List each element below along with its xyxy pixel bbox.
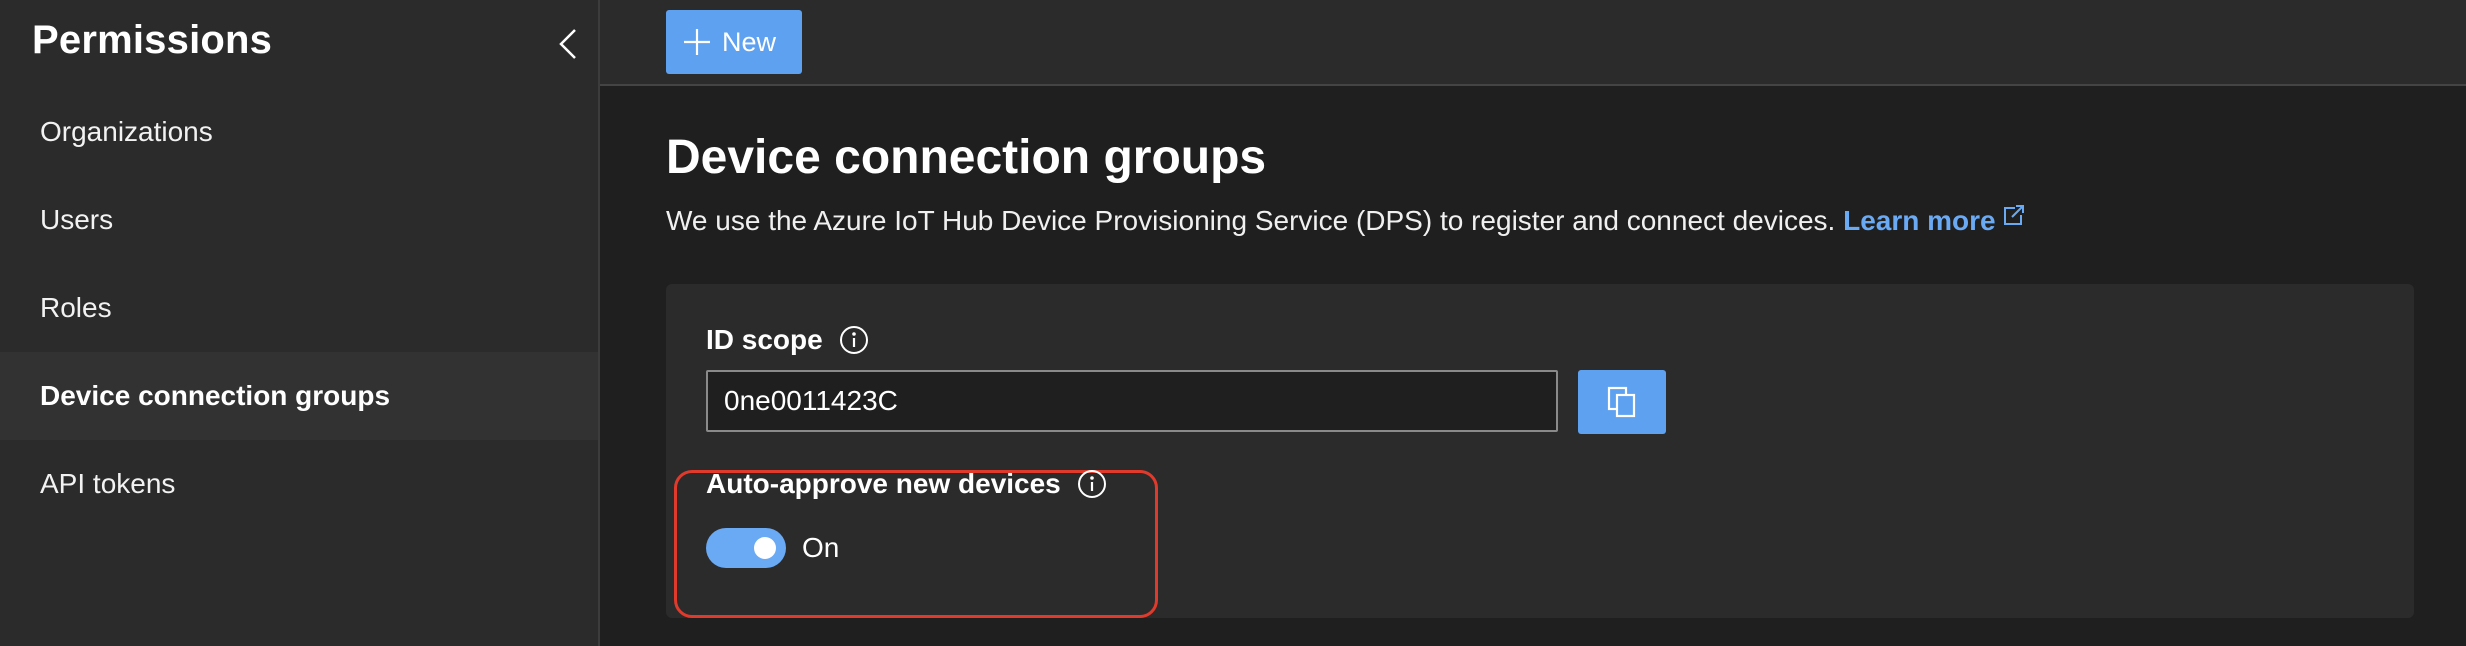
main-content: Device connection groups We use the Azur… xyxy=(600,86,2466,646)
sidebar-item-label: Device connection groups xyxy=(40,380,391,411)
sidebar-item-device-connection-groups[interactable]: Device connection groups xyxy=(0,352,598,440)
id-scope-label-text: ID scope xyxy=(706,324,823,355)
info-icon[interactable] xyxy=(1077,469,1107,499)
toggle-switch[interactable] xyxy=(706,528,786,568)
sidebar-item-label: Organizations xyxy=(40,116,213,147)
copy-icon xyxy=(1607,386,1636,418)
sidebar-item-label: Users xyxy=(40,204,114,235)
sidebar-nav: Organizations Users Roles Device connect… xyxy=(0,88,598,528)
external-link-icon xyxy=(2002,202,2026,234)
dps-settings-card: ID scope Auto-approve new devices xyxy=(666,284,2414,618)
sidebar-item-users[interactable]: Users xyxy=(0,176,598,264)
copy-button[interactable] xyxy=(1578,370,1666,434)
new-button[interactable]: New xyxy=(666,10,802,74)
page-description: We use the Azure IoT Hub Device Provisio… xyxy=(666,202,2026,237)
id-scope-input[interactable] xyxy=(706,370,1558,432)
sidebar-item-label: Roles xyxy=(40,292,112,323)
sidebar-header: Permissions xyxy=(32,18,272,63)
plus-icon xyxy=(684,29,710,55)
learn-more-label: Learn more xyxy=(1843,205,1996,236)
toolbar: New xyxy=(600,0,2466,86)
toggle-knob xyxy=(754,537,776,559)
page-title: Device connection groups xyxy=(666,131,1267,184)
sidebar: Permissions Organizations Users Roles De… xyxy=(0,0,600,646)
auto-approve-label-text: Auto-approve new devices xyxy=(706,468,1061,499)
toggle-state-label: On xyxy=(802,532,840,563)
info-icon[interactable] xyxy=(839,325,869,355)
auto-approve-toggle[interactable]: On xyxy=(706,528,839,568)
collapse-sidebar-button[interactable] xyxy=(554,26,582,62)
chevron-left-icon xyxy=(559,29,576,59)
new-button-label: New xyxy=(722,26,777,57)
sidebar-item-organizations[interactable]: Organizations xyxy=(0,88,598,176)
sidebar-title: Permissions xyxy=(32,18,273,62)
auto-approve-label: Auto-approve new devices xyxy=(706,468,1107,500)
description-text: We use the Azure IoT Hub Device Provisio… xyxy=(666,205,1836,236)
sidebar-item-roles[interactable]: Roles xyxy=(0,264,598,352)
sidebar-item-api-tokens[interactable]: API tokens xyxy=(0,440,598,528)
sidebar-item-label: API tokens xyxy=(40,468,176,499)
id-scope-label: ID scope xyxy=(706,324,869,356)
learn-more-link[interactable]: Learn more xyxy=(1843,205,2026,236)
